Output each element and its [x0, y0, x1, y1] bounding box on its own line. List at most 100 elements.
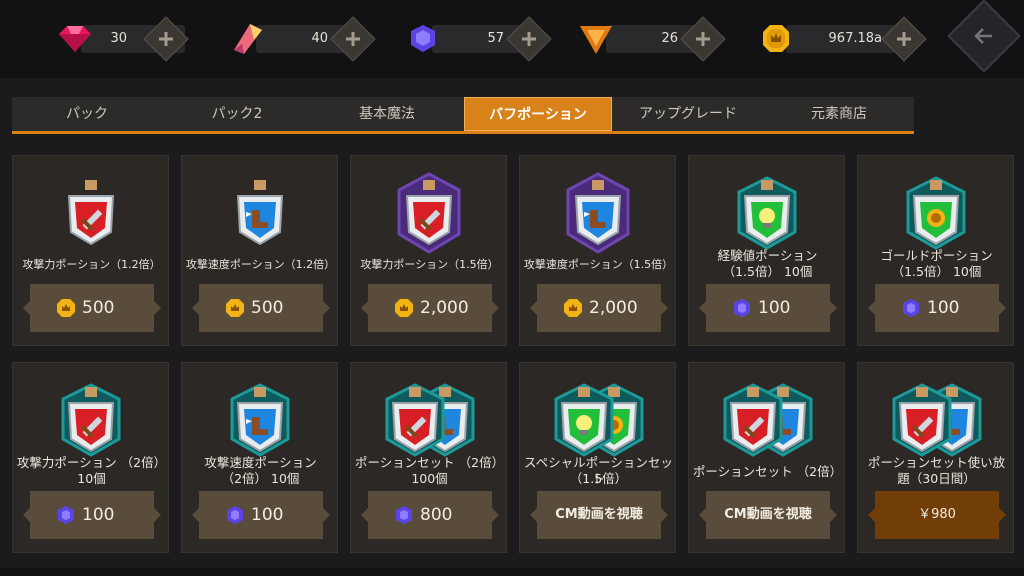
- price-button[interactable]: 500: [23, 284, 161, 332]
- potion-icon: [858, 373, 1015, 463]
- shop-card: スペシャルポーションセット （1.5倍） CM動画を視聴: [519, 362, 676, 553]
- button-label: CM動画を視聴: [724, 507, 812, 522]
- shop-card: 攻撃速度ポーション（1.5倍） 2,000: [519, 155, 676, 346]
- ruby-gem-icon: [55, 22, 95, 56]
- purple-gem-icon: [901, 298, 921, 318]
- purple-gem-icon: [406, 22, 446, 56]
- potion-icon: [520, 166, 677, 256]
- card-title: 攻撃速度ポーション（1.5倍）: [523, 258, 674, 271]
- gold-coin-icon: [563, 298, 583, 318]
- price-button[interactable]: 100: [23, 491, 161, 539]
- tab-buff-potion[interactable]: バフポーション: [464, 97, 612, 131]
- price-button[interactable]: 100: [699, 284, 837, 332]
- shop-card: 攻撃力ポーション （2倍） 10個 100: [12, 362, 169, 553]
- price-value: 500: [82, 298, 115, 318]
- purple-gem-icon: [394, 505, 414, 525]
- tab-pack2[interactable]: パック2: [162, 97, 312, 131]
- card-title: （2倍） 10個: [221, 471, 300, 486]
- shop-tabs: パック パック2 基本魔法 バフポーション アップグレード 元素商店: [12, 97, 914, 134]
- potion-icon: [182, 373, 339, 463]
- currency-value: 967.18a: [828, 31, 882, 46]
- shop-card: 攻撃速度ポーション（1.2倍） 500: [181, 155, 338, 346]
- add-ruby-button[interactable]: [143, 16, 189, 62]
- price-value: 100: [251, 505, 284, 525]
- price-button[interactable]: 500: [192, 284, 330, 332]
- potion-icon: [689, 166, 846, 256]
- gold-coin-icon: [394, 298, 414, 318]
- price-value: 100: [927, 298, 960, 318]
- purple-gem-icon: [225, 505, 245, 525]
- shop-card: 経験値ポーション （1.5倍） 10個 100: [688, 155, 845, 346]
- card-title: 攻撃力ポーション（1.5倍）: [360, 258, 499, 271]
- card-title: 経験値ポーション: [717, 248, 818, 263]
- price-value: 2,000: [589, 298, 638, 318]
- tab-pack[interactable]: パック: [12, 97, 162, 131]
- potion-icon: [182, 166, 339, 256]
- currency-value: 40: [311, 31, 328, 46]
- orange-triangle-gem-icon: [578, 22, 618, 56]
- potion-icon: [858, 166, 1015, 256]
- shop-card: ポーションセット （2倍） 100個 800: [350, 362, 507, 553]
- potion-icon: [689, 373, 846, 463]
- card-title: ポーションセット使い放: [867, 455, 1006, 470]
- shop-card: ゴールドポーション （1.5倍） 10個 100: [857, 155, 1014, 346]
- card-title: （1.5倍）: [569, 471, 628, 486]
- card-title: 攻撃速度ポーション: [204, 455, 317, 470]
- card-title: 攻撃速度ポーション（1.2倍）: [185, 258, 336, 271]
- shop-card: ポーションセット使い放 題（30日間） ￥980: [857, 362, 1014, 553]
- potion-icon: [13, 373, 170, 463]
- card-title: ゴールドポーション: [880, 248, 993, 263]
- price-value: 100: [758, 298, 791, 318]
- shop-card: ポーションセット （2倍） CM動画を視聴: [688, 362, 845, 553]
- card-title: ポーションセット （2倍）: [354, 455, 505, 470]
- back-arrow-icon: [974, 28, 992, 44]
- price-label: ￥980: [918, 507, 956, 522]
- tab-element-shop[interactable]: 元素商店: [764, 97, 914, 131]
- bottom-strip: [0, 568, 1024, 576]
- price-button[interactable]: 2,000: [530, 284, 668, 332]
- gold-coin-icon: [56, 298, 76, 318]
- tab-basic-magic[interactable]: 基本魔法: [312, 97, 462, 131]
- purple-gem-icon: [56, 505, 76, 525]
- gold-coin-icon: [225, 298, 245, 318]
- pink-crystal-icon: [228, 22, 268, 56]
- price-button[interactable]: 800: [361, 491, 499, 539]
- add-crystal-button[interactable]: [330, 16, 376, 62]
- price-button[interactable]: 100: [868, 284, 1006, 332]
- currency-value: 30: [110, 31, 127, 46]
- back-button[interactable]: [947, 0, 1021, 73]
- add-purple-gem-button[interactable]: [506, 16, 552, 62]
- watch-ad-button[interactable]: CM動画を視聴: [699, 491, 837, 539]
- potion-icon: [351, 166, 508, 256]
- shop-card: 攻撃速度ポーション （2倍） 10個 100: [181, 362, 338, 553]
- purple-gem-icon: [732, 298, 752, 318]
- shop-card: 攻撃力ポーション（1.2倍） 500: [12, 155, 169, 346]
- currency-value: 57: [487, 31, 504, 46]
- price-value: 2,000: [420, 298, 469, 318]
- potion-icon: [351, 373, 508, 463]
- card-title: （1.5倍） 10個: [891, 264, 982, 279]
- card-title: ポーションセット （2倍）: [692, 464, 843, 479]
- currency-bar: 30 40 57 26 967.18a: [0, 0, 1024, 78]
- tab-upgrade[interactable]: アップグレード: [612, 97, 764, 131]
- price-button[interactable]: 100: [192, 491, 330, 539]
- card-title: （1.5倍） 10個: [722, 264, 813, 279]
- card-title: 攻撃力ポーション （2倍）: [16, 455, 167, 470]
- add-orange-gem-button[interactable]: [680, 16, 726, 62]
- card-title: 題（30日間）: [897, 471, 976, 486]
- price-button[interactable]: 2,000: [361, 284, 499, 332]
- price-value: 800: [420, 505, 453, 525]
- add-gold-button[interactable]: [881, 16, 927, 62]
- purchase-button[interactable]: ￥980: [868, 491, 1006, 539]
- potion-icon: [520, 373, 677, 463]
- button-label: CM動画を視聴: [555, 507, 643, 522]
- card-title: 100個: [411, 471, 448, 486]
- gold-coin-icon: [760, 22, 800, 56]
- currency-value: 26: [661, 31, 678, 46]
- shop-card: 攻撃力ポーション（1.5倍） 2,000: [350, 155, 507, 346]
- card-title: 10個: [77, 471, 106, 486]
- price-value: 500: [251, 298, 284, 318]
- card-title: 攻撃力ポーション（1.2倍）: [22, 258, 161, 271]
- potion-icon: [13, 166, 170, 256]
- watch-ad-button[interactable]: CM動画を視聴: [530, 491, 668, 539]
